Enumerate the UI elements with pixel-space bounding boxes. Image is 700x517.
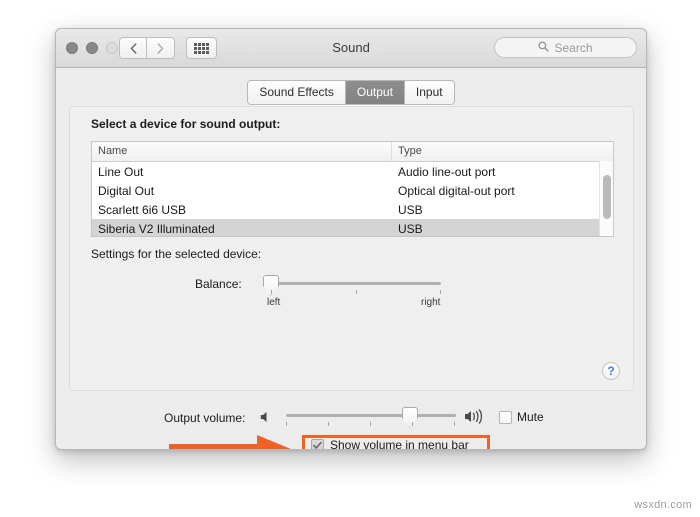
output-settings-panel: Select a device for sound output: Name T… <box>69 106 634 391</box>
volume-slider-track <box>286 414 456 417</box>
search-input[interactable]: Search <box>494 37 637 58</box>
volume-tick-2 <box>370 422 371 426</box>
balance-slider-track <box>271 282 441 285</box>
volume-tick-3 <box>412 422 413 426</box>
volume-tick-4 <box>454 422 455 426</box>
balance-slider[interactable] <box>263 275 441 297</box>
volume-tick-0 <box>286 422 287 426</box>
help-button[interactable]: ? <box>602 362 620 380</box>
speaker-loud-icon <box>463 408 489 430</box>
table-row[interactable]: Digital Out Optical digital-out port <box>92 181 613 200</box>
device-name: Line Out <box>98 164 144 179</box>
volume-tick-1 <box>328 422 329 426</box>
balance-tick-center <box>356 290 357 294</box>
annotation-highlight-box <box>302 435 490 449</box>
segmented-tabs: Sound Effects Output Input <box>247 80 455 105</box>
question-mark-icon: ? <box>607 364 615 378</box>
sound-preferences-window: Sound Search Sound Effects Output Input … <box>55 28 647 450</box>
section-heading: Select a device for sound output: <box>91 117 281 131</box>
watermark: wsxdn.com <box>634 499 692 511</box>
balance-tick-right <box>440 290 441 294</box>
table-row[interactable]: Line Out Audio line-out port <box>92 162 613 181</box>
tab-sound-effects[interactable]: Sound Effects <box>248 81 346 104</box>
balance-left-label: left <box>267 297 281 308</box>
search-placeholder: Search <box>554 40 593 55</box>
window-titlebar: Sound Search <box>56 29 646 68</box>
table-row-selected[interactable]: Siberia V2 Illuminated USB <box>92 219 613 236</box>
device-name: Scarlett 6i6 USB <box>98 202 187 217</box>
search-icon <box>538 39 550 57</box>
volume-slider-thumb[interactable] <box>402 407 418 428</box>
table-row[interactable]: Scarlett 6i6 USB USB <box>92 200 613 219</box>
scrollbar-thumb[interactable] <box>603 175 611 219</box>
device-name: Siberia V2 Illuminated <box>98 221 215 236</box>
balance-control-row: Balance: left right <box>91 275 591 323</box>
table-scrollbar[interactable] <box>599 161 613 236</box>
output-volume-row: Output volume: Mute <box>56 406 646 430</box>
device-type: USB <box>398 202 423 217</box>
balance-right-label: right <box>421 297 441 308</box>
balance-label: Balance: <box>195 277 242 291</box>
arrow-right-icon <box>169 435 303 449</box>
column-header-type[interactable]: Type <box>392 142 613 161</box>
table-header-row: Name Type <box>92 142 613 162</box>
mute-label: Mute <box>517 410 544 424</box>
column-header-name[interactable]: Name <box>92 142 392 161</box>
output-volume-slider[interactable] <box>286 407 456 429</box>
tab-input[interactable]: Input <box>404 81 454 104</box>
settings-heading: Settings for the selected device: <box>91 247 262 261</box>
output-volume-label: Output volume: <box>164 411 246 425</box>
mute-checkbox[interactable] <box>499 410 512 424</box>
device-type: Optical digital-out port <box>398 183 515 198</box>
device-type: Audio line-out port <box>398 164 496 179</box>
device-name: Digital Out <box>98 183 155 198</box>
speaker-muted-icon <box>259 410 273 429</box>
tab-output[interactable]: Output <box>345 81 405 104</box>
balance-tick-left <box>271 290 272 294</box>
mute-checkbox-group[interactable]: Mute <box>499 410 544 424</box>
device-table[interactable]: Name Type Line Out Audio line-out port D… <box>91 141 614 237</box>
device-type: USB <box>398 221 423 236</box>
